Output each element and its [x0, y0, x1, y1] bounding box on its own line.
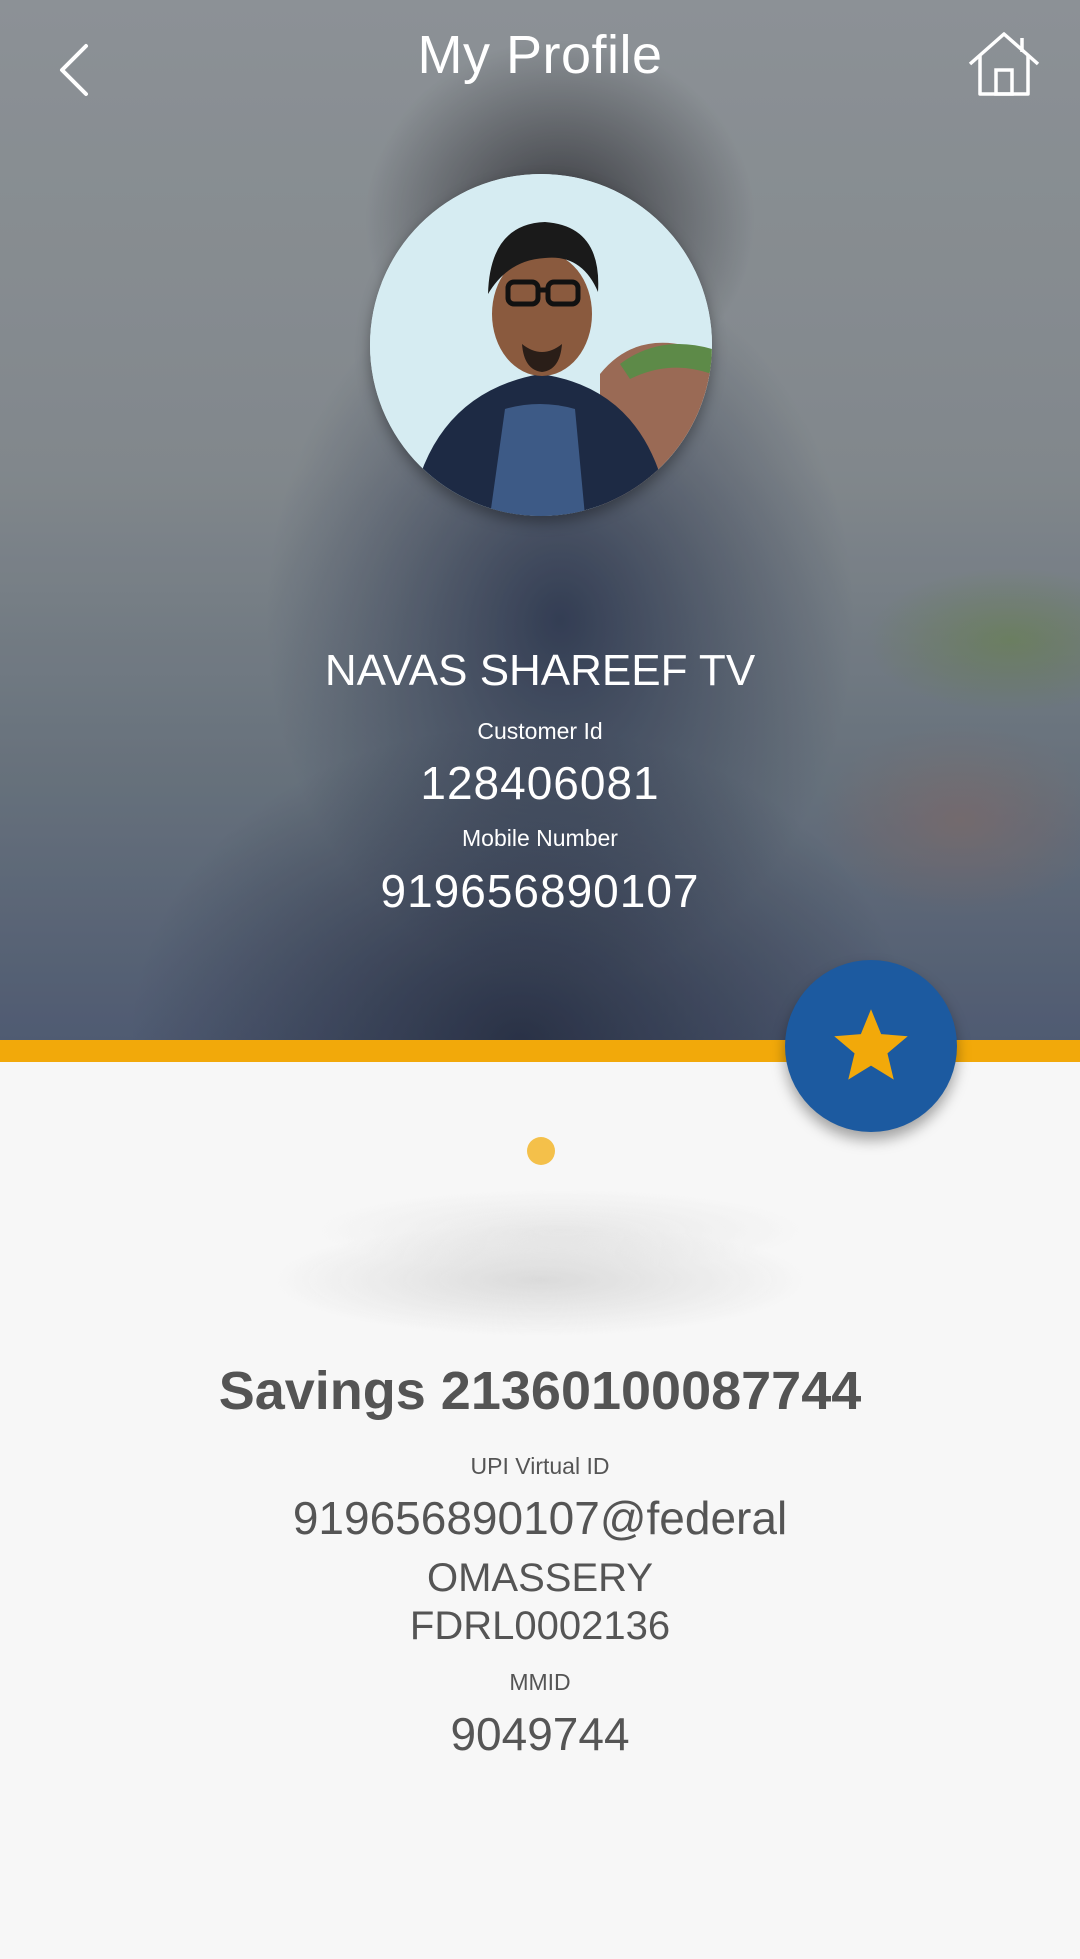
mmid-label: MMID: [509, 1669, 571, 1695]
mobile-number-value: 919656890107: [380, 865, 700, 917]
branch-name: OMASSERY: [427, 1556, 653, 1600]
home-icon: [968, 32, 1040, 96]
upi-label: UPI Virtual ID: [470, 1453, 610, 1479]
mobile-number-label: Mobile Number: [462, 825, 618, 851]
favorite-button[interactable]: [785, 960, 957, 1132]
profile-photo: [370, 174, 712, 516]
page-title: My Profile: [417, 25, 663, 85]
account-title: Savings 21360100087744: [218, 1361, 862, 1421]
avatar[interactable]: [370, 174, 712, 516]
customer-id-label: Customer Id: [477, 718, 603, 744]
star-icon: [834, 1009, 908, 1080]
customer-name: NAVAS SHAREEF TV: [324, 646, 756, 695]
ifsc-code: FDRL0002136: [409, 1604, 671, 1648]
profile-hero: My Profile NAVAS SHAREEF TV Customer Id …: [0, 0, 1080, 1040]
home-button[interactable]: [966, 30, 1042, 100]
top-bar: My Profile: [0, 0, 1080, 120]
mmid-value: 9049744: [450, 1708, 630, 1760]
redacted-area: [180, 1170, 900, 1370]
customer-id-value: 128406081: [420, 757, 660, 809]
upi-id-value: 919656890107@federal: [292, 1492, 788, 1544]
page-indicator-dot: [527, 1137, 555, 1165]
